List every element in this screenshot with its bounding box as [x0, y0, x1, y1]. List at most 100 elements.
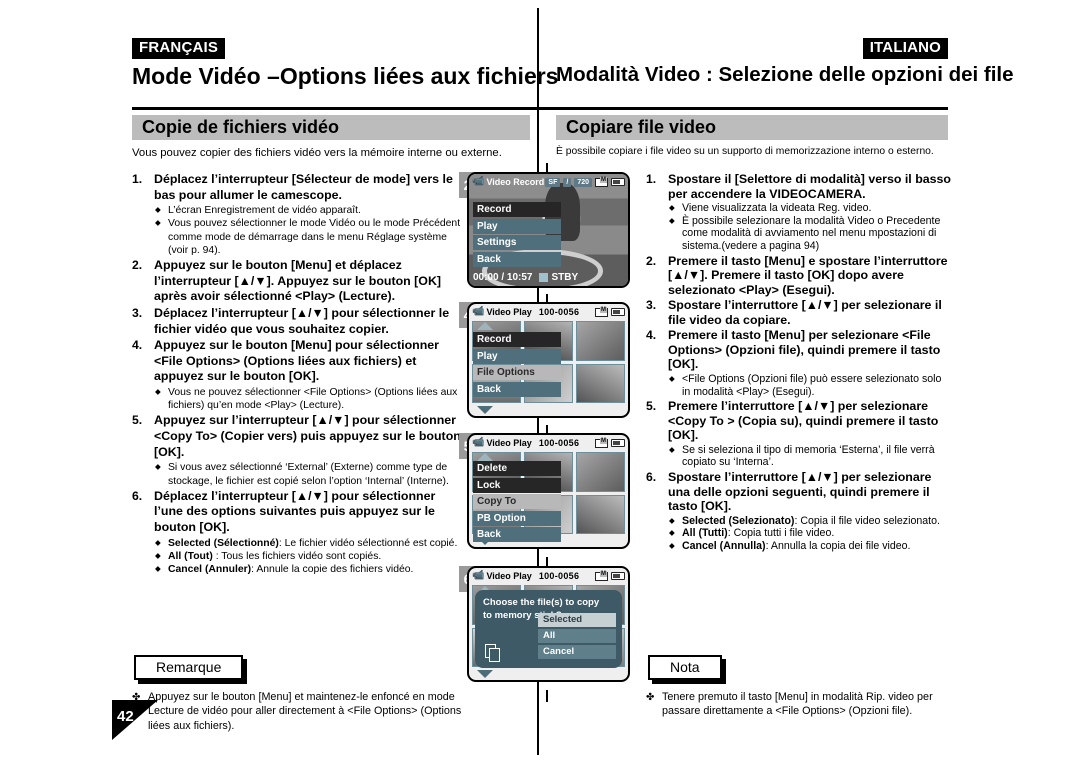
battery-icon	[611, 178, 625, 186]
left-header: FRANÇAIS Mode Vidéo –Options liées aux f…	[132, 38, 558, 90]
header-rule	[132, 107, 948, 110]
step-item: 6. Déplacez l’interrupteur [▲/▼] pour sél…	[132, 489, 462, 576]
bullet-definition: : Le fichier vidéo sélectionné est copié…	[278, 537, 458, 549]
video-thumbnail[interactable]	[576, 363, 625, 403]
step-bullet: Cancel (Annulla): Annulla la copia dei f…	[668, 540, 951, 553]
menu-item-back[interactable]: Back	[473, 251, 561, 267]
lcd-status-bar: 📹 Video Play 100-0056	[469, 435, 628, 451]
page-title-italian: Modalità Video : Selezione delle opzioni…	[556, 62, 1014, 86]
step-bullet: Viene visualizzata la videata Reg. video…	[668, 202, 951, 215]
menu-item-copy-to[interactable]: Copy To	[473, 494, 561, 509]
battery-icon	[611, 439, 625, 447]
camcorder-icon: 📹	[472, 176, 485, 187]
step-instruction: Appuyez sur l’interrupteur [▲/▼] pour sé…	[154, 413, 461, 459]
lcd-inner: 📹Video Play 100-0056 RecordPlayFile Option…	[469, 304, 628, 416]
menu-item-play[interactable]: Play	[473, 348, 561, 364]
step-item: 4. Premere il tasto [Menu] per selezionar…	[646, 328, 951, 398]
step-instruction: Premere il tasto [Menu] e spostare l’int…	[668, 253, 948, 297]
scroll-down-arrow-icon[interactable]	[477, 406, 493, 414]
bullet-term: Cancel (Annuler)	[168, 564, 252, 576]
step-body: Premere l’interruttore [▲/▼] per selezio…	[668, 399, 951, 469]
note-bullet-icon: ✤	[646, 692, 655, 703]
scroll-down-arrow-icon[interactable]	[477, 670, 493, 678]
step-number: 2.	[132, 258, 143, 273]
step-number: 4.	[646, 328, 657, 343]
quality-chip: SF	[545, 177, 561, 187]
note-text-french: Appuyez sur le bouton [Menu] et maintene…	[148, 691, 462, 732]
note-label-french: Remarque	[134, 655, 244, 680]
step-number: 6.	[646, 470, 657, 485]
connector-tick	[546, 557, 548, 567]
recording-time: 00:00 / 10:57	[473, 272, 533, 283]
menu-item-back[interactable]: Back	[473, 527, 561, 542]
menu-item-back[interactable]: Back	[473, 381, 561, 397]
memory-card-icon	[595, 176, 608, 187]
bullet-definition: : Copia tutti i file video.	[727, 527, 835, 540]
note-text-italian: Tenere premuto il tasto [Menu] in modali…	[662, 691, 933, 718]
battery-icon	[611, 308, 625, 316]
menu-item-record[interactable]: Record	[473, 202, 561, 217]
step-body: Spostare l’interruttore [▲/▼] per selezi…	[668, 470, 951, 553]
scroll-up-arrow-icon[interactable]	[477, 453, 493, 461]
step-bullet-list: Vous ne pouvez sélectionner <File Option…	[154, 386, 462, 412]
step-number: 2.	[646, 253, 657, 268]
language-tag-french: FRANÇAIS	[132, 38, 226, 59]
step-bullet: All (Tout) : Tous les fichiers vidéo son…	[154, 550, 462, 563]
bullet-definition: : Copia il file video selezionato.	[794, 514, 940, 527]
dialog-option-selected[interactable]: Selected	[538, 613, 616, 627]
connector-tick	[546, 294, 548, 304]
step-instruction: Déplacez l’interrupteur [Sélecteur de mo…	[154, 172, 453, 202]
step-bullet: Vous ne pouvez sélectionner <File Option…	[154, 386, 462, 412]
step-number: 1.	[646, 172, 657, 186]
step-bullet: Vous pouvez sélectionner le mode Vidéo o…	[154, 217, 462, 257]
memory-card-icon	[595, 306, 608, 317]
menu-item-record[interactable]: Record	[473, 332, 561, 347]
menu-item-settings[interactable]: Settings	[473, 235, 561, 250]
menu-item-play[interactable]: Play	[473, 218, 561, 234]
language-tag-italian: ITALIANO	[862, 38, 948, 59]
steps-list-french: 1. Déplacez l’interrupteur [Sélecteur de …	[132, 172, 462, 577]
dialog-option-all[interactable]: All	[538, 629, 616, 643]
step-instruction: Déplacez l’interrupteur [▲/▼] pour sélec…	[154, 305, 450, 336]
step-item: 1. Spostare il [Selettore di modalità] ve…	[646, 172, 951, 253]
bullet-term: All (Tout)	[168, 550, 213, 562]
menu-item-lock[interactable]: Lock	[473, 477, 561, 493]
menu-item-file-options[interactable]: File Options	[473, 365, 561, 380]
step-body: Déplacez l’interrupteur [▲/▼] pour sélec…	[154, 306, 462, 337]
step-number: 5.	[646, 399, 657, 414]
step-body: Spostare il [Selettore di modalità] vers…	[668, 172, 951, 253]
step-bullet: Selected (Selezionato): Copia il file vi…	[668, 515, 951, 528]
page-number: 42	[117, 708, 134, 725]
dialog-option-cancel[interactable]: Cancel	[538, 645, 616, 659]
video-thumbnail[interactable]	[576, 494, 625, 534]
note-body-italian: ✤ Tenere premuto il tasto [Menu] in moda…	[646, 690, 956, 719]
lcd-display: 📹Video Play 100-0056 DeleteLockCopy ToPB O…	[467, 433, 630, 549]
menu-item-delete[interactable]: Delete	[473, 461, 561, 476]
camcorder-icon: 📹	[472, 306, 485, 317]
step-bullet-list: Selected (Selezionato): Copia il file vi…	[668, 515, 951, 553]
step-bullet: È possibile selezionare la modalità Vide…	[668, 215, 951, 253]
step-body: Appuyez sur le bouton [Menu] et déplacez…	[154, 258, 462, 305]
step-bullet: Cancel (Annuler): Annule la copie des fi…	[154, 563, 462, 576]
dialog-options: Selected All Cancel	[538, 613, 616, 661]
step-item: 3. Déplacez l’interrupteur [▲/▼] pour sél…	[132, 306, 462, 337]
video-thumbnail[interactable]	[576, 452, 625, 492]
step-number: 1.	[132, 172, 143, 186]
scroll-up-arrow-icon[interactable]	[477, 322, 493, 330]
standby-indicator-icon	[538, 273, 548, 282]
lcd-status-icons	[595, 570, 625, 581]
lcd-status-icons: SF/720	[545, 176, 625, 187]
menu-item-pb-option[interactable]: PB Option	[473, 510, 561, 526]
note-body-french: ✤ Appuyez sur le bouton [Menu] et mainte…	[132, 690, 462, 733]
lcd-file-number: 100-0056	[538, 307, 580, 317]
step-bullet: Se si seleziona il tipo di memoria ‘Este…	[668, 444, 951, 469]
video-thumbnail[interactable]	[576, 321, 625, 361]
step-bullet-list: Selected (Sélectionné): Le fichier vidéo…	[154, 537, 462, 577]
step-instruction: Premere l’interruttore [▲/▼] per selezio…	[668, 399, 939, 443]
connector-tick	[546, 425, 548, 435]
step-body: Déplacez l’interrupteur [▲/▼] pour sélec…	[154, 489, 462, 576]
lcd-inner: 📹Video Play 100-0056 DeleteLockCopy ToPB O…	[469, 435, 628, 547]
step-number: 6.	[132, 488, 143, 503]
lcd-display: 📹Video Play 100-0056 RecordPlayFile Option…	[467, 302, 630, 418]
step-item: 5. Appuyez sur l’interrupteur [▲/▼] pour …	[132, 413, 462, 487]
